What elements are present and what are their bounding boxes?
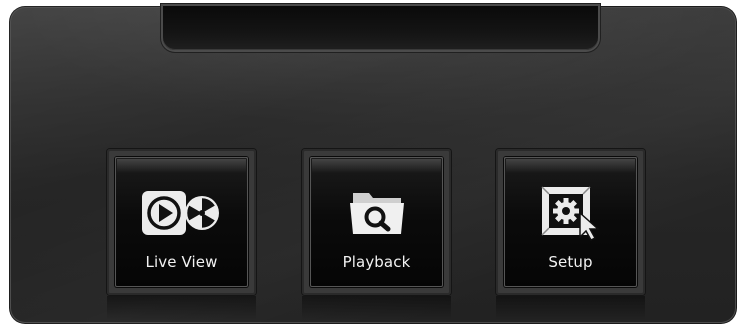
setup-button-face[interactable]: Setup bbox=[504, 157, 637, 287]
live-view-label: Live View bbox=[145, 253, 218, 271]
playback-reflection bbox=[302, 296, 451, 320]
playback-label: Playback bbox=[342, 253, 411, 271]
setup-reflection bbox=[496, 296, 645, 320]
top-title-bar bbox=[163, 6, 598, 50]
live-view-button-face[interactable]: Live View bbox=[115, 157, 248, 287]
live-view-button[interactable]: Live View bbox=[107, 149, 256, 295]
playback-folder-search-icon bbox=[310, 185, 443, 241]
live-view-icon bbox=[115, 185, 248, 241]
setup-label: Setup bbox=[548, 253, 593, 271]
playback-button[interactable]: Playback bbox=[302, 149, 451, 295]
setup-gear-cursor-icon bbox=[504, 185, 637, 241]
live-view-reflection bbox=[107, 296, 256, 320]
setup-button[interactable]: Setup bbox=[496, 149, 645, 295]
playback-button-face[interactable]: Playback bbox=[310, 157, 443, 287]
